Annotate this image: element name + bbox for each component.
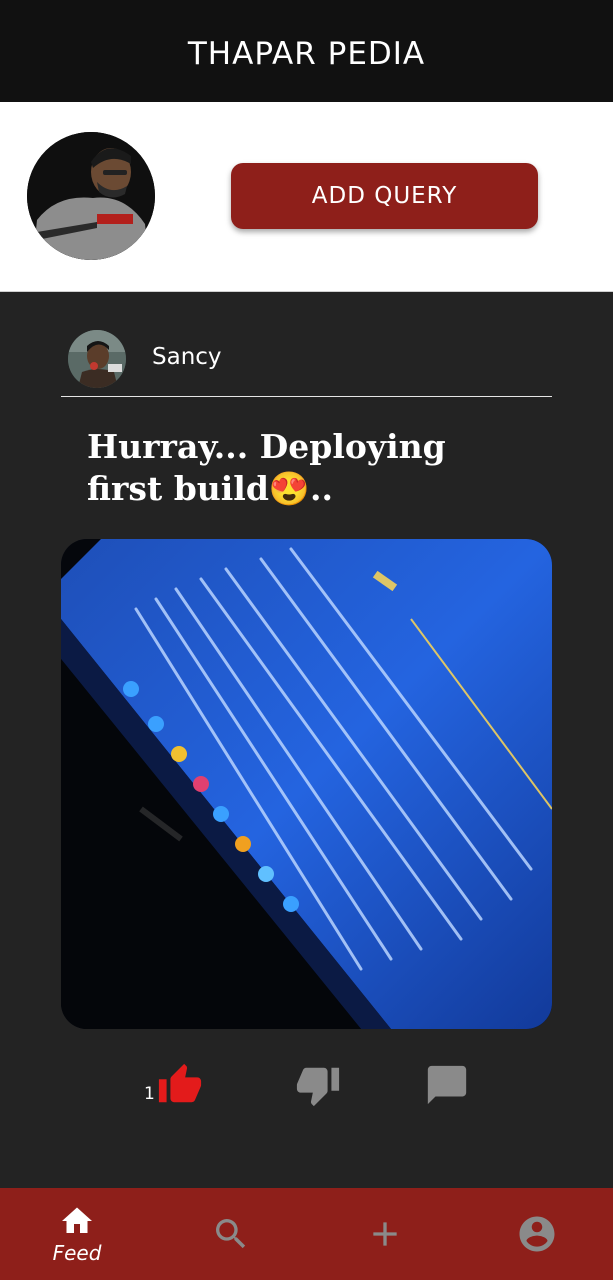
bottom-nav: Feed bbox=[0, 1188, 613, 1280]
post-title: Hurray... Deploying first build😍.. bbox=[87, 427, 446, 508]
author-name[interactable]: Sancy bbox=[152, 344, 222, 370]
nav-feed[interactable]: Feed bbox=[36, 1188, 118, 1280]
feed-post: Sancy Hurray... Deploying first build😍.. bbox=[61, 292, 552, 1152]
home-icon bbox=[62, 1207, 92, 1233]
add-query-button[interactable]: ADD QUERY bbox=[231, 163, 538, 229]
like-icon[interactable] bbox=[157, 1062, 203, 1108]
author-avatar-image bbox=[68, 330, 126, 388]
nav-feed-label: Feed bbox=[52, 1241, 102, 1265]
like-count: 1 bbox=[144, 1084, 155, 1104]
post-actions: 1 bbox=[61, 1062, 552, 1112]
dislike-icon[interactable] bbox=[295, 1062, 341, 1108]
post-photo bbox=[61, 539, 552, 1029]
add-icon bbox=[373, 1222, 397, 1246]
user-avatar-image bbox=[27, 132, 155, 260]
nav-search[interactable] bbox=[208, 1188, 254, 1280]
app-title: THAPAR PEDIA bbox=[187, 36, 426, 72]
user-avatar[interactable] bbox=[27, 132, 155, 260]
nav-account[interactable] bbox=[514, 1188, 560, 1280]
post-header: Sancy bbox=[61, 330, 552, 397]
search-icon bbox=[216, 1219, 246, 1249]
account-icon bbox=[519, 1216, 555, 1252]
author-avatar[interactable] bbox=[68, 330, 126, 388]
comment-icon[interactable] bbox=[424, 1062, 470, 1108]
nav-add[interactable] bbox=[362, 1188, 408, 1280]
profile-strip: ADD QUERY bbox=[0, 102, 613, 292]
post-image[interactable] bbox=[61, 539, 552, 1029]
app-bar: THAPAR PEDIA bbox=[0, 0, 613, 102]
